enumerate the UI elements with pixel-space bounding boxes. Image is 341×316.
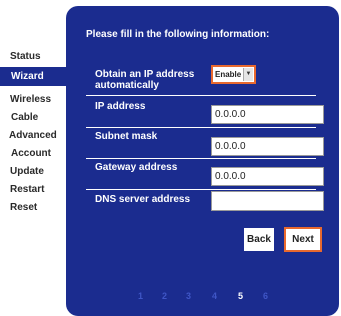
step-1[interactable]: 1 [138, 291, 143, 301]
divider [86, 158, 316, 159]
divider [86, 189, 316, 190]
step-2[interactable]: 2 [162, 291, 167, 301]
sidebar-item-cable[interactable]: Cable [11, 112, 38, 124]
sidebar-item-reset[interactable]: Reset [10, 202, 37, 214]
step-indicator: 1 2 3 4 5 6 [66, 291, 339, 303]
dns-server-input[interactable] [211, 191, 324, 211]
gateway-address-input[interactable] [211, 167, 324, 186]
ip-address-input[interactable] [211, 105, 324, 124]
next-button[interactable]: Next [284, 227, 322, 252]
divider [86, 127, 316, 128]
chevron-down-icon[interactable]: ▼ [243, 68, 253, 81]
step-5-current[interactable]: 5 [238, 291, 243, 301]
wizard-panel: Please fill in the following information… [66, 6, 339, 316]
sidebar-item-update[interactable]: Update [10, 166, 44, 178]
back-button[interactable]: Back [244, 228, 274, 251]
step-4[interactable]: 4 [212, 291, 217, 301]
step-6[interactable]: 6 [263, 291, 268, 301]
gateway-address-label: Gateway address [95, 162, 178, 173]
subnet-mask-label: Subnet mask [95, 131, 158, 142]
obtain-ip-select[interactable]: Enable ▼ [211, 65, 256, 84]
divider [86, 95, 316, 96]
ip-address-label: IP address [95, 101, 146, 112]
obtain-ip-label-line2: automatically [95, 80, 159, 91]
sidebar-nav: Status Wizard Wireless Cable Advanced Ac… [0, 0, 66, 316]
sidebar-item-wizard[interactable]: Wizard [0, 67, 66, 86]
sidebar-item-wireless[interactable]: Wireless [10, 94, 51, 106]
sidebar-item-advanced[interactable]: Advanced [9, 130, 57, 142]
step-3[interactable]: 3 [186, 291, 191, 301]
form-heading: Please fill in the following information… [86, 29, 270, 40]
sidebar-item-restart[interactable]: Restart [10, 184, 44, 196]
obtain-ip-label-line1: Obtain an IP address [95, 69, 195, 80]
obtain-ip-selected-value: Enable [215, 70, 242, 79]
obtain-ip-label: Obtain an IP address automatically [95, 69, 194, 91]
sidebar-item-account[interactable]: Account [11, 148, 51, 160]
dns-server-label: DNS server address [95, 194, 191, 205]
subnet-mask-input[interactable] [211, 137, 324, 156]
sidebar-item-status[interactable]: Status [10, 51, 41, 63]
